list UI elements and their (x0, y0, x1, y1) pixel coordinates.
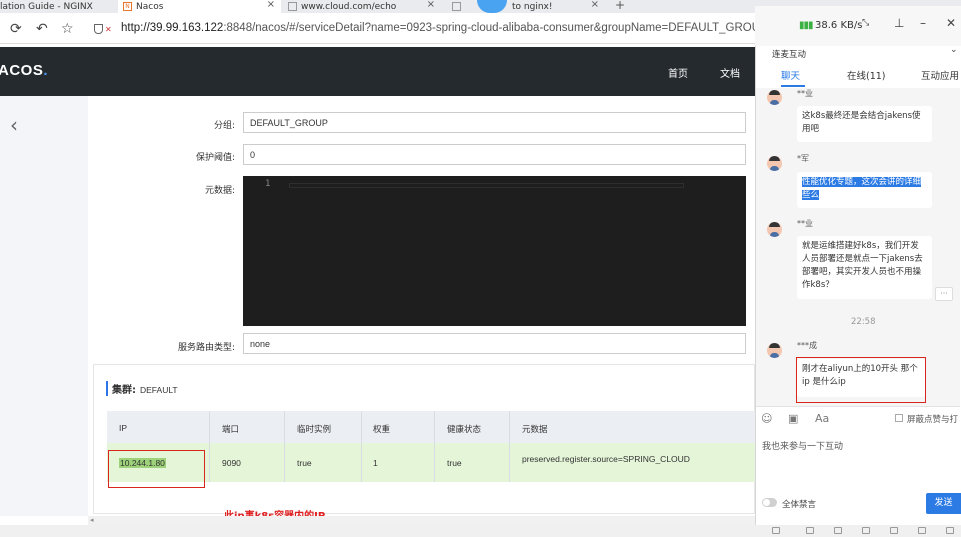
resize-icon[interactable]: ⤡ (862, 18, 869, 28)
tab-cloud-echo[interactable]: www.cloud.com/echo × (286, 0, 441, 13)
col-ip: IP (119, 423, 128, 433)
block-likes-label: 屏蔽点赞与打 (907, 415, 959, 425)
metadata-editor[interactable]: 1 (243, 176, 746, 326)
editor-line-number: 1 (265, 179, 271, 189)
tab-nginx-guide[interactable]: lation Guide - NGINX (0, 0, 115, 13)
status-icon[interactable] (772, 527, 780, 534)
instance-table-header (107, 411, 755, 443)
threshold-label: 保护阈值: (195, 153, 235, 163)
horizontal-scrollbar[interactable] (88, 516, 755, 525)
editor-current-line (289, 183, 684, 188)
message-nick: **业 (797, 89, 813, 98)
status-icon[interactable] (834, 527, 842, 534)
threshold-field[interactable]: 0 (243, 144, 746, 165)
close-tab-icon[interactable]: × (267, 0, 275, 10)
minimize-icon[interactable]: – (920, 16, 926, 30)
nacos-logo[interactable]: ACOS. (0, 62, 48, 79)
col-port: 端口 (222, 424, 240, 434)
network-speed: 38.6 KB/s (815, 20, 863, 31)
url-input[interactable]: http://39.99.163.122:8848/nacos/#/servic… (121, 22, 768, 34)
new-tab-button[interactable]: + (615, 0, 625, 12)
cell-metadata: preserved.register.source=SPRING_CLOUD (522, 454, 690, 464)
not-secure-icon: ✕ (105, 25, 112, 34)
message-bubble: 就是运维搭建好k8s，我们开发人员部署还是就点一下jakens去部署吧，其实开发… (797, 236, 932, 299)
send-button[interactable]: 发送 (926, 493, 961, 514)
chevron-down-icon[interactable]: ⌄ (950, 45, 958, 55)
pin-icon[interactable]: ⊥ (894, 16, 904, 30)
page-icon (288, 2, 297, 11)
col-metadata: 元数据 (522, 424, 548, 434)
routing-label: 服务路由类型: (177, 343, 235, 353)
message-bubble: 性能优化专题，这次会讲的详细些么 (797, 172, 932, 208)
avatar[interactable] (767, 90, 782, 105)
signal-bars-icon: ▮▮▮ (799, 20, 813, 31)
tab-online[interactable]: 在线(11) (847, 68, 886, 82)
shield-icon[interactable] (94, 24, 103, 34)
left-rail (0, 96, 88, 516)
close-icon[interactable]: ✕ (946, 16, 956, 30)
chat-subtitle: 连麦互动 (772, 50, 807, 60)
emoji-icon[interactable]: ☺ (761, 412, 772, 425)
message-bubble: 这k8s最终还是会结合jakens使用吧 (797, 106, 932, 142)
undo-icon[interactable]: ↶ (36, 21, 48, 37)
more-options-icon[interactable]: ··· (935, 287, 953, 301)
cluster-title: 集群: DEFAULT (106, 381, 178, 396)
refresh-icon[interactable]: ⟳ (10, 21, 22, 37)
scroll-left-icon[interactable]: ◂ (90, 516, 94, 524)
col-health: 健康状态 (447, 424, 482, 434)
bookmark-star-icon[interactable]: ☆ (61, 21, 74, 37)
status-icon[interactable] (862, 527, 870, 534)
status-bar (0, 525, 961, 537)
ip-highlight-box (108, 450, 205, 488)
back-arrow-icon[interactable]: ‹ (10, 113, 18, 137)
message-nick: *军 (797, 154, 809, 163)
status-icon[interactable] (890, 527, 898, 534)
mute-all-label: 全体禁言 (782, 500, 817, 510)
image-icon[interactable]: ▣ (788, 412, 798, 425)
status-icon[interactable] (806, 527, 814, 534)
tab-chat[interactable]: 聊天 (781, 68, 800, 82)
col-weight: 权重 (373, 424, 391, 434)
nav-home[interactable]: 首页 (668, 65, 688, 80)
message-nick: **业 (797, 219, 813, 228)
cell-health: true (447, 458, 462, 468)
mute-all-toggle[interactable] (762, 498, 777, 507)
cell-port: 9090 (222, 458, 241, 468)
tab-interactive-apps[interactable]: 互动应用 (921, 68, 959, 82)
group-field[interactable]: DEFAULT_GROUP (243, 112, 746, 133)
tab-nginx-welcome[interactable]: to nginx! × (450, 0, 605, 13)
time-separator: 22:58 (851, 317, 876, 327)
cell-weight: 1 (373, 458, 378, 468)
nav-docs[interactable]: 文档 (720, 65, 740, 80)
message-highlight-box (796, 357, 926, 403)
status-icon[interactable] (946, 527, 954, 534)
close-tab-icon[interactable]: × (591, 0, 599, 10)
routing-field[interactable]: none (243, 333, 746, 354)
nacos-header: ACOS. 首页 文档 (0, 47, 755, 96)
avatar[interactable] (767, 156, 782, 171)
col-ephemeral: 临时实例 (297, 424, 332, 434)
message-nick: ***成 (797, 341, 817, 350)
page-icon (452, 2, 461, 11)
active-tab-indicator (781, 85, 805, 87)
metadata-label: 元数据: (204, 186, 235, 196)
nacos-favicon-icon: N (123, 2, 132, 11)
cursor-overlay-circle (477, 0, 507, 13)
status-icon[interactable] (918, 527, 926, 534)
group-label: 分组: (213, 121, 235, 131)
tab-nacos[interactable]: N Nacos × (118, 0, 281, 13)
cell-ephemeral: true (297, 458, 312, 468)
chat-input[interactable]: 我也来参与一下互动 (762, 439, 843, 452)
avatar[interactable] (767, 222, 782, 237)
close-tab-icon[interactable]: × (427, 0, 435, 10)
avatar[interactable] (767, 343, 782, 358)
font-size-icon[interactable]: Aa (815, 412, 829, 425)
block-likes-checkbox[interactable] (895, 414, 903, 422)
